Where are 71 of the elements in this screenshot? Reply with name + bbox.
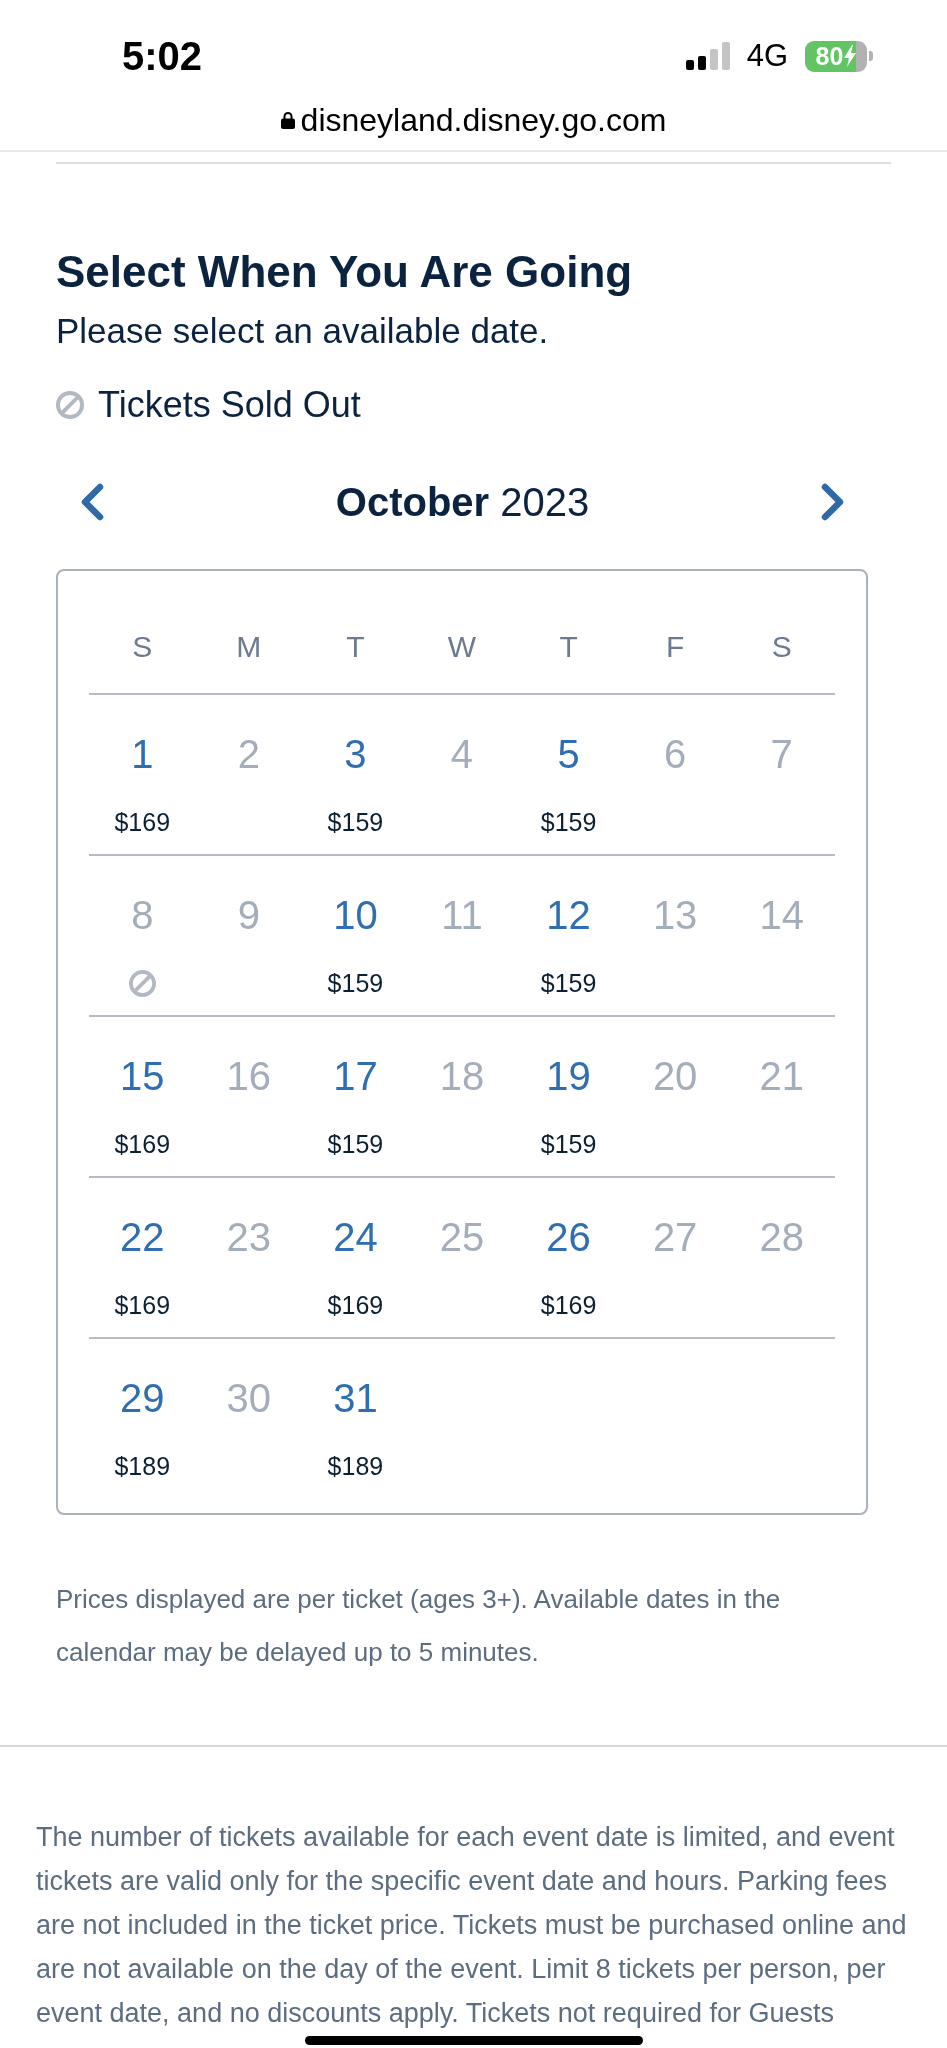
- calendar-date[interactable]: 12: [546, 891, 591, 939]
- calendar-date[interactable]: 5: [557, 730, 580, 778]
- circle-slash-icon: [128, 969, 156, 997]
- ticket-price: $169: [540, 1290, 597, 1320]
- calendar-date[interactable]: 22: [120, 1213, 165, 1261]
- calendar-date: 6: [664, 731, 687, 778]
- calendar-date: 27: [652, 1214, 698, 1261]
- calendar-date[interactable]: 19: [546, 1052, 591, 1100]
- calendar-date: 13: [652, 892, 698, 939]
- calendar-date: 30: [226, 1375, 272, 1422]
- calendar-date[interactable]: 29: [120, 1374, 165, 1422]
- calendar-date[interactable]: 24: [333, 1213, 378, 1261]
- calendar-date: 4: [450, 731, 474, 778]
- calendar-date[interactable]: 3: [344, 730, 367, 778]
- ticket-price: $159: [327, 968, 384, 998]
- weekday-label: T: [346, 629, 365, 665]
- weekday-label: F: [665, 629, 685, 665]
- calendar-date[interactable]: 26: [546, 1213, 591, 1261]
- chevron-right-icon: [821, 483, 845, 521]
- calendar-date[interactable]: 31: [333, 1374, 378, 1422]
- address-bar[interactable]: disneyland.disney.go.com: [280, 101, 667, 139]
- ticket-price: $169: [114, 1290, 171, 1320]
- calendar-date[interactable]: 17: [333, 1052, 378, 1100]
- ticket-price: $159: [540, 1129, 597, 1159]
- signal-icon: [685, 42, 732, 70]
- weekday-label: S: [771, 629, 792, 665]
- ticket-price: $159: [327, 1129, 384, 1159]
- price-note: Prices displayed are per ticket (ages 3+). Available dates in the calendar may be delayed up to 5 minutes.: [56, 1583, 782, 1669]
- ticket-price: $169: [327, 1290, 384, 1320]
- previous-month-button[interactable]: [80, 483, 104, 521]
- calendar-date[interactable]: 1: [131, 730, 154, 778]
- network-type: 4G: [746, 38, 788, 74]
- ticket-price: $159: [327, 807, 384, 837]
- next-month-button[interactable]: [821, 483, 845, 521]
- lightning-bolt-icon: [844, 45, 857, 67]
- ticket-price: $189: [114, 1451, 171, 1481]
- legend-label: Tickets Sold Out: [98, 384, 361, 426]
- page-title: Select When You Are Going: [56, 246, 634, 298]
- terms-text: The number of tickets available for each event date is limited, and event tickets are valid only for the specific event date and hours. Parking fees are not included in the ticket price. Tickets must be purchased online and are not available on the day of the event. Limit 8 tickets per person, per event date, and no discounts apply. Tickets not required for Guests: [36, 1821, 908, 2030]
- calendar-date[interactable]: 15: [120, 1052, 165, 1100]
- battery-percentage: 80: [815, 42, 844, 70]
- status-time: 5:02: [122, 33, 203, 79]
- ticket-price: $169: [114, 807, 171, 837]
- chevron-left-icon: [80, 483, 104, 521]
- calendar-date: 23: [226, 1214, 272, 1261]
- weekday-label: S: [132, 629, 153, 665]
- weekday-label: W: [447, 629, 477, 665]
- calendar-date: 7: [770, 731, 793, 778]
- calendar-date[interactable]: 10: [333, 891, 378, 939]
- month-title: October 2023: [335, 479, 590, 526]
- calendar-date: 2: [237, 731, 260, 778]
- page-subtitle: Please select an available date.: [56, 310, 550, 352]
- ticket-price: $169: [114, 1129, 171, 1159]
- calendar-date: 14: [759, 892, 804, 939]
- calendar-date: 11: [441, 892, 483, 939]
- ticket-price: $159: [540, 968, 597, 998]
- calendar-date: 8: [131, 892, 154, 939]
- battery-terminal: [869, 51, 873, 61]
- lock-icon: [280, 111, 295, 129]
- circle-slash-icon: [56, 391, 84, 419]
- calendar-date: 25: [439, 1214, 485, 1261]
- ticket-price: $159: [540, 807, 597, 837]
- calendar-date: 28: [759, 1214, 804, 1261]
- calendar-date: 16: [226, 1053, 272, 1100]
- calendar-date: 20: [652, 1053, 698, 1100]
- calendar-date: 21: [759, 1053, 804, 1100]
- calendar-date: 9: [237, 892, 260, 939]
- weekday-label: M: [236, 629, 262, 665]
- calendar-date: 18: [439, 1053, 485, 1100]
- ticket-price: $189: [327, 1451, 384, 1481]
- weekday-label: T: [559, 629, 578, 665]
